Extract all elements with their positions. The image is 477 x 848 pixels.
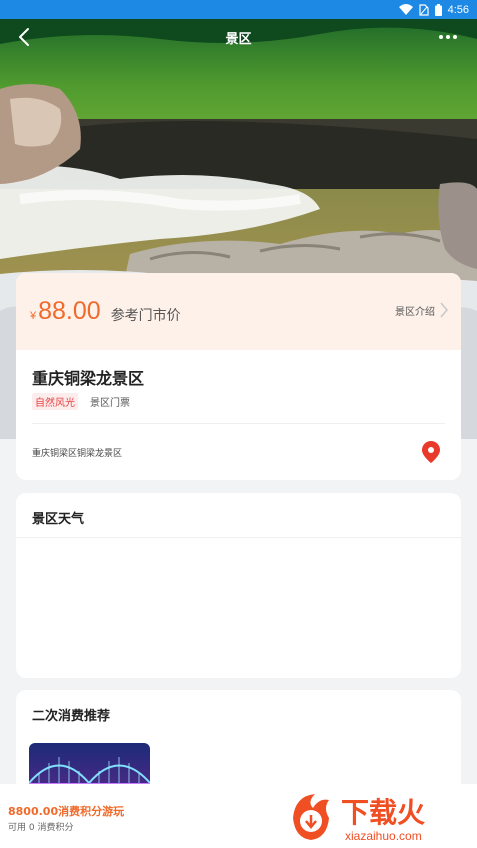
bottom-action-bar: 8800.00消费积分游玩 可用 0 消费积分 下载火 xiazaihuo.co… xyxy=(0,784,477,848)
watermark-domain: xiazaihuo.com xyxy=(345,829,422,843)
no-sim-icon xyxy=(418,3,429,16)
scenic-address: 重庆铜梁区铜梁龙景区 xyxy=(32,449,123,459)
price-label: 参考门市价 xyxy=(110,307,181,324)
status-bar: 4:56 xyxy=(0,0,477,19)
recommend-title: 二次消费推荐 xyxy=(32,709,111,724)
ticket-info-card: ¥ 88.00 参考门市价 景区介绍 重庆铜梁龙景区 自然风光 景区门票 重庆铜… xyxy=(16,273,461,480)
more-menu-icon[interactable] xyxy=(439,29,461,45)
tag-list: 自然风光 景区门票 xyxy=(32,393,130,410)
chevron-right-icon xyxy=(440,302,448,318)
ticket-price: 88.00 xyxy=(38,297,101,325)
tag-ticket: 景区门票 xyxy=(90,398,130,409)
currency-symbol: ¥ xyxy=(30,309,37,322)
back-arrow-icon[interactable] xyxy=(14,26,36,48)
scenic-intro-label: 景区介绍 xyxy=(395,306,435,318)
battery-icon xyxy=(434,3,442,16)
scenic-intro-link[interactable]: 景区介绍 xyxy=(395,301,449,319)
divider xyxy=(32,423,445,424)
xiazaihuo-watermark-logo: 下载火 xiazaihuo.com xyxy=(283,788,473,848)
wifi-icon xyxy=(398,4,413,15)
page-title: 景区 xyxy=(225,31,252,47)
watermark-text: 下载火 xyxy=(341,796,425,829)
location-pin-icon[interactable] xyxy=(422,441,440,463)
scenic-name: 重庆铜梁龙景区 xyxy=(32,369,145,388)
tag-nature: 自然风光 xyxy=(32,393,78,410)
divider xyxy=(16,537,461,538)
price-strip: ¥ 88.00 参考门市价 景区介绍 xyxy=(16,273,461,350)
status-time: 4:56 xyxy=(447,3,469,16)
weather-title: 景区天气 xyxy=(32,512,85,527)
weather-card: 景区天气 xyxy=(16,493,461,678)
available-points: 可用 0 消费积分 xyxy=(8,823,74,833)
top-nav: 景区 xyxy=(0,19,477,55)
points-play-label[interactable]: 8800.00消费积分游玩 xyxy=(8,803,124,819)
